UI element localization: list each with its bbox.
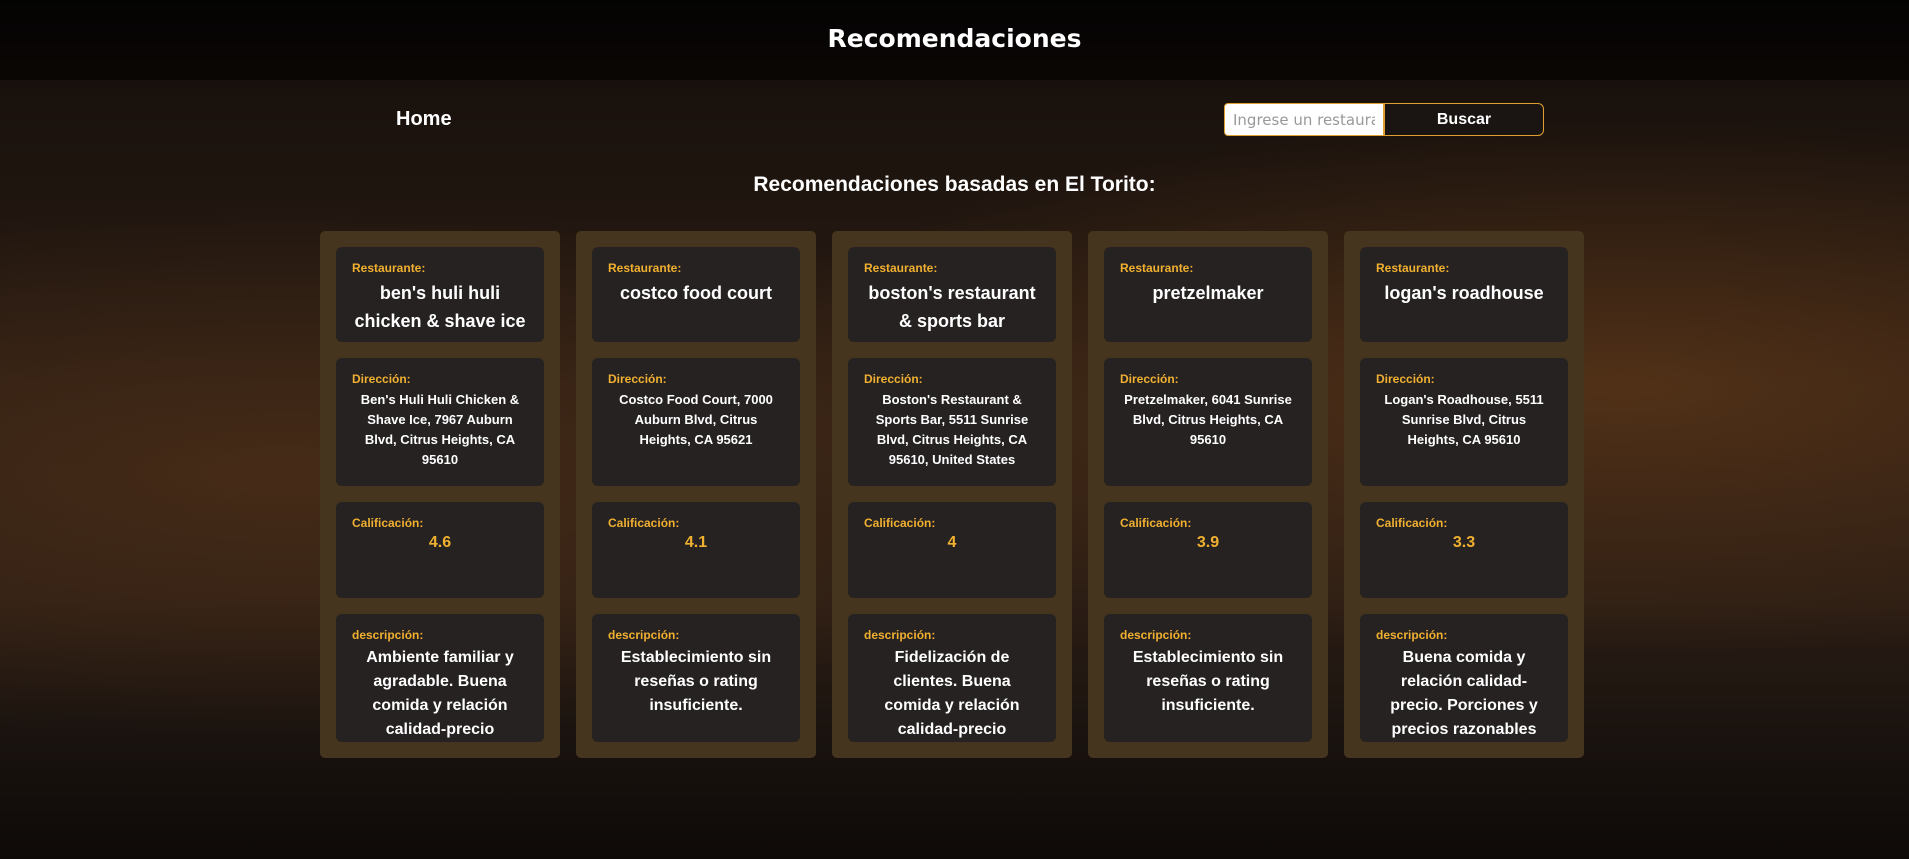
recommendation-cards: Restaurante: ben's huli huli chicken & sh…: [320, 231, 1584, 758]
description-box: descripción: Establecimiento sin reseñas …: [1104, 614, 1312, 742]
restaurant-card: Restaurante: logan's roadhouse Dirección:…: [1344, 231, 1584, 758]
restaurant-label: Restaurante:: [1120, 261, 1194, 275]
address-box: Dirección: Pretzelmaker, 6041 Sunrise Blv…: [1104, 358, 1312, 486]
rating-label: Calificación:: [608, 516, 680, 530]
restaurant-description: Buena comida y relación calidad-precio. …: [1390, 649, 1538, 738]
restaurant-rating: 3.3: [1452, 534, 1476, 551]
restaurant-address: Logan's Roadhouse, 5511 Sunrise Blvd, Ci…: [1384, 392, 1544, 447]
restaurant-name: logan's roadhouse: [1384, 283, 1544, 303]
restaurant-name: costco food court: [620, 283, 772, 303]
restaurant-address: Ben's Huli Huli Chicken & Shave Ice, 796…: [360, 392, 520, 467]
restaurant-rating: 4.6: [428, 534, 452, 551]
restaurant-rating: 4.1: [684, 534, 708, 551]
restaurant-name-box: Restaurante: pretzelmaker: [1104, 247, 1312, 342]
search-button[interactable]: Buscar: [1384, 103, 1544, 136]
restaurant-label: Restaurante:: [864, 261, 938, 275]
description-label: descripción:: [1120, 628, 1192, 642]
restaurant-name: pretzelmaker: [1152, 283, 1264, 303]
address-box: Dirección: Boston's Restaurant & Sports B…: [848, 358, 1056, 486]
restaurant-card: Restaurante: ben's huli huli chicken & sh…: [320, 231, 560, 758]
description-box: descripción: Buena comida y relación cali…: [1360, 614, 1568, 742]
search-form: Buscar: [1224, 103, 1544, 136]
restaurant-label: Restaurante:: [608, 261, 682, 275]
description-box: descripción: Fidelización de clientes. Bu…: [848, 614, 1056, 742]
restaurant-description: Ambiente familiar y agradable. Buena com…: [366, 649, 514, 738]
restaurant-card: Restaurante: pretzelmaker Dirección: Pretz…: [1088, 231, 1328, 758]
restaurant-label: Restaurante:: [352, 261, 426, 275]
rating-label: Calificación:: [352, 516, 424, 530]
restaurant-description: Fidelización de clientes. Buena comida y…: [884, 649, 1020, 738]
description-label: descripción:: [608, 628, 680, 642]
rating-label: Calificación:: [1376, 516, 1448, 530]
page-title: Recomendaciones: [827, 24, 1082, 53]
address-label: Dirección:: [864, 372, 923, 386]
address-label: Dirección:: [1376, 372, 1435, 386]
description-label: descripción:: [864, 628, 936, 642]
restaurant-address: Boston's Restaurant & Sports Bar, 5511 S…: [875, 392, 1029, 467]
rating-box: Calificación: 3.3: [1360, 502, 1568, 598]
restaurant-address: Pretzelmaker, 6041 Sunrise Blvd, Citrus …: [1124, 392, 1292, 447]
restaurant-address: Costco Food Court, 7000 Auburn Blvd, Cit…: [619, 392, 773, 447]
rating-box: Calificación: 4.6: [336, 502, 544, 598]
restaurant-name-box: Restaurante: ben's huli huli chicken & sh…: [336, 247, 544, 342]
description-box: descripción: Establecimiento sin reseñas …: [592, 614, 800, 742]
restaurant-description: Establecimiento sin reseñas o rating ins…: [1132, 649, 1284, 714]
restaurant-name-box: Restaurante: logan's roadhouse: [1360, 247, 1568, 342]
rating-label: Calificación:: [864, 516, 936, 530]
rating-box: Calificación: 3.9: [1104, 502, 1312, 598]
restaurant-label: Restaurante:: [1376, 261, 1450, 275]
recommendations-heading: Recomendaciones basadas en El Torito:: [753, 173, 1156, 196]
restaurant-name-box: Restaurante: costco food court: [592, 247, 800, 342]
restaurant-name: boston's restaurant & sports bar: [868, 283, 1036, 331]
address-label: Dirección:: [1120, 372, 1179, 386]
description-label: descripción:: [352, 628, 424, 642]
restaurant-card: Restaurante: costco food court Dirección:…: [576, 231, 816, 758]
restaurant-card: Restaurante: boston's restaurant & sports…: [832, 231, 1072, 758]
description-box: descripción: Ambiente familiar y agradabl…: [336, 614, 544, 742]
address-box: Dirección: Ben's Huli Huli Chicken & Shav…: [336, 358, 544, 486]
address-box: Dirección: Logan's Roadhouse, 5511 Sunris…: [1360, 358, 1568, 486]
home-link[interactable]: Home: [396, 108, 452, 131]
restaurant-rating: 3.9: [1196, 534, 1220, 551]
rating-box: Calificación: 4: [848, 502, 1056, 598]
restaurant-rating: 4: [947, 534, 957, 551]
address-box: Dirección: Costco Food Court, 7000 Auburn…: [592, 358, 800, 486]
address-label: Dirección:: [352, 372, 411, 386]
search-input[interactable]: [1224, 103, 1384, 136]
address-label: Dirección:: [608, 372, 667, 386]
restaurant-name: ben's huli huli chicken & shave ice: [354, 283, 526, 331]
rating-label: Calificación:: [1120, 516, 1192, 530]
rating-box: Calificación: 4.1: [592, 502, 800, 598]
description-label: descripción:: [1376, 628, 1448, 642]
restaurant-name-box: Restaurante: boston's restaurant & sports…: [848, 247, 1056, 342]
restaurant-description: Establecimiento sin reseñas o rating ins…: [620, 649, 772, 714]
